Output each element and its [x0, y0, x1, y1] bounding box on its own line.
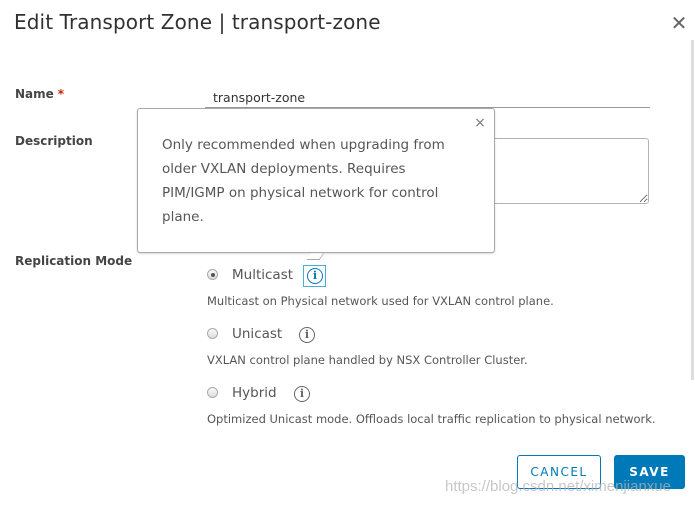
tooltip-text: Only recommended when upgrading from old… — [162, 137, 445, 225]
radio-hybrid[interactable] — [207, 387, 218, 398]
scrollbar[interactable] — [691, 40, 694, 380]
name-label: Name * — [15, 87, 65, 101]
hybrid-description: Optimized Unicast mode. Offloads local t… — [207, 412, 656, 426]
replication-mode-label: Replication Mode — [15, 254, 133, 268]
close-icon[interactable]: ✕ — [668, 12, 690, 34]
tooltip-close-icon[interactable]: × — [472, 115, 488, 131]
radio-multicast[interactable] — [207, 269, 218, 280]
radio-unicast[interactable] — [207, 328, 218, 339]
tooltip-popover: Only recommended when upgrading from old… — [137, 108, 495, 253]
info-icon[interactable]: i — [294, 386, 310, 402]
unicast-label[interactable]: Unicast — [232, 326, 282, 342]
info-icon[interactable]: i — [307, 268, 323, 284]
required-mark: * — [57, 87, 65, 101]
description-label: Description — [15, 134, 93, 148]
info-icon[interactable]: i — [299, 327, 315, 343]
hybrid-label[interactable]: Hybrid — [232, 385, 277, 401]
multicast-description: Multicast on Physical network used for V… — [207, 294, 554, 308]
name-input[interactable] — [205, 88, 650, 108]
watermark: https://blog.csdn.net/ximenjianxue — [445, 478, 671, 495]
multicast-label[interactable]: Multicast — [232, 267, 293, 283]
unicast-description: VXLAN control plane handled by NSX Contr… — [207, 353, 528, 367]
dialog-title: Edit Transport Zone | transport-zone — [14, 10, 381, 34]
